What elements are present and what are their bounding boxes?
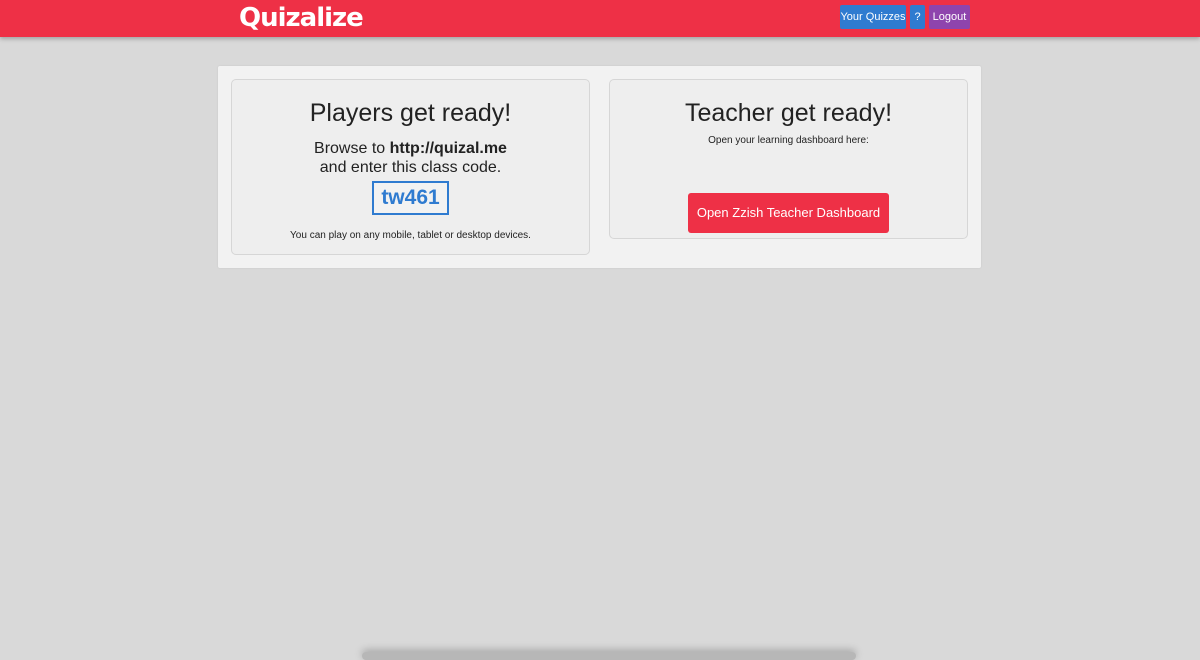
players-title: Players get ready! <box>309 99 512 127</box>
devices-note: You can play on any mobile, tablet or de… <box>290 230 531 241</box>
browse-instruction-suffix: and enter this class code. <box>319 159 502 176</box>
class-code: tw461 <box>372 181 449 215</box>
dashboard-label: Open your learning dashboard here: <box>708 135 869 146</box>
help-button[interactable]: ? <box>910 5 925 29</box>
teacher-title: Teacher get ready! <box>684 99 893 127</box>
bottom-panel-edge <box>362 652 856 660</box>
quizalize-logo[interactable]: Quizalize <box>239 2 364 34</box>
browse-url: http://quizal.me <box>389 140 507 157</box>
main-card: Players get ready! Browse to http://quiz… <box>218 66 981 268</box>
top-navbar: Quizalize Your Quizzes ? Logout <box>0 0 1200 37</box>
teacher-panel: Teacher get ready! Open your learning da… <box>609 79 968 239</box>
browse-prefix: Browse to <box>314 140 390 157</box>
browse-instruction: Browse to http://quizal.me <box>232 139 589 158</box>
players-panel: Players get ready! Browse to http://quiz… <box>231 79 590 255</box>
your-quizzes-button[interactable]: Your Quizzes <box>840 5 906 29</box>
logout-button[interactable]: Logout <box>929 5 970 29</box>
open-teacher-dashboard-button[interactable]: Open Zzish Teacher Dashboard <box>688 193 889 233</box>
